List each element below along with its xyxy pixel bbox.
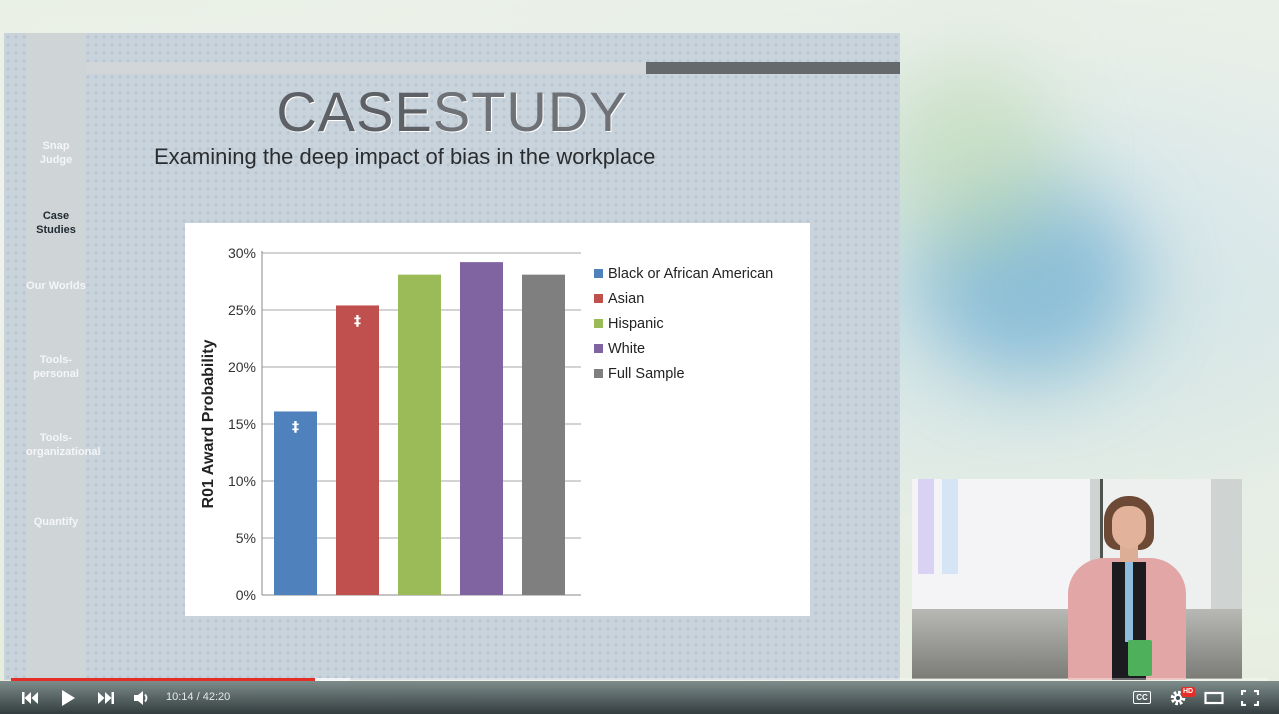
volume-icon xyxy=(134,690,148,705)
volume-button[interactable] xyxy=(128,681,156,714)
y-tick-label: 15% xyxy=(228,416,256,432)
slide-title: CASESTUDY xyxy=(4,79,900,144)
legend-label: White xyxy=(608,341,645,357)
time-separator: / xyxy=(193,691,203,703)
settings-button[interactable] xyxy=(1164,681,1192,714)
captions-icon: CC xyxy=(1133,691,1151,704)
legend-swatch xyxy=(594,344,603,353)
skip-next-icon xyxy=(98,691,114,704)
skip-previous-button[interactable] xyxy=(16,681,44,714)
slide-title-bold: CASE xyxy=(276,80,433,143)
duration: 42:20 xyxy=(202,691,231,703)
fullscreen-button[interactable] xyxy=(1236,681,1264,714)
play-icon xyxy=(62,689,75,706)
slide-nav-item: Tools-personal xyxy=(33,354,79,380)
slide-nav-item: Tools-organizational xyxy=(26,432,101,458)
screen-stripe xyxy=(918,479,934,574)
bar-chart: 0% 5% 10% 15% 20% 25% 30% R01 Award Probability… xyxy=(200,245,773,603)
y-tick-label: 30% xyxy=(228,245,256,261)
legend-swatch xyxy=(594,294,603,303)
legend-label: Asian xyxy=(608,291,644,307)
speaker-badge xyxy=(1128,640,1152,676)
projector-screen xyxy=(912,479,1090,609)
background-blob xyxy=(880,60,1060,260)
speaker-lanyard xyxy=(1125,562,1133,642)
slide-title-thin: STUDY xyxy=(432,80,628,143)
captions-button[interactable]: CC xyxy=(1128,681,1156,714)
slide-subtitle: Examining the deep impact of bias in the… xyxy=(154,144,656,169)
time-display: 10:14 / 42:20 xyxy=(166,681,230,714)
legend-swatch xyxy=(594,369,603,378)
slide-header-bar-dark xyxy=(646,62,900,74)
bar-annotation: ‡ xyxy=(354,313,361,329)
speaker-face xyxy=(1112,506,1146,548)
y-tick-label: 5% xyxy=(236,530,256,546)
bar xyxy=(336,305,379,595)
fullscreen-icon xyxy=(1241,689,1259,706)
y-tick-label: 0% xyxy=(236,587,256,603)
slide-nav-item: Quantify xyxy=(33,516,79,528)
legend-label: Black or African American xyxy=(608,266,773,282)
chart-container: 0% 5% 10% 15% 20% 25% 30% R01 Award Probability… xyxy=(185,223,810,616)
bar xyxy=(274,411,317,595)
y-axis-label: R01 Award Probability xyxy=(200,339,217,508)
presentation-slide: Snap Judge Case Studies Our Worlds Tools-pe… xyxy=(4,33,900,680)
hd-badge: HD xyxy=(1181,687,1196,697)
bar-annotation: ‡ xyxy=(292,419,299,435)
current-time: 10:14 xyxy=(166,691,194,703)
skip-next-button[interactable] xyxy=(92,681,120,714)
screen-stripe xyxy=(942,479,958,574)
legend-swatch xyxy=(594,319,603,328)
y-tick-label: 25% xyxy=(228,302,256,318)
legend-label: Hispanic xyxy=(608,316,664,332)
slide-header-bar-light xyxy=(86,62,646,74)
y-tick-label: 10% xyxy=(228,473,256,489)
bar xyxy=(398,274,441,595)
theater-mode-icon xyxy=(1204,691,1224,704)
play-button[interactable] xyxy=(54,681,82,714)
slide-nav-item: Case Studies xyxy=(36,210,76,236)
slide-nav-item: Our Worlds xyxy=(26,280,86,292)
legend-label: Full Sample xyxy=(608,366,685,382)
bar xyxy=(522,274,565,595)
legend-swatch xyxy=(594,269,603,278)
bar xyxy=(460,262,503,595)
y-tick-label: 20% xyxy=(228,359,256,375)
theater-mode-button[interactable] xyxy=(1200,681,1228,714)
skip-previous-icon xyxy=(22,691,38,704)
